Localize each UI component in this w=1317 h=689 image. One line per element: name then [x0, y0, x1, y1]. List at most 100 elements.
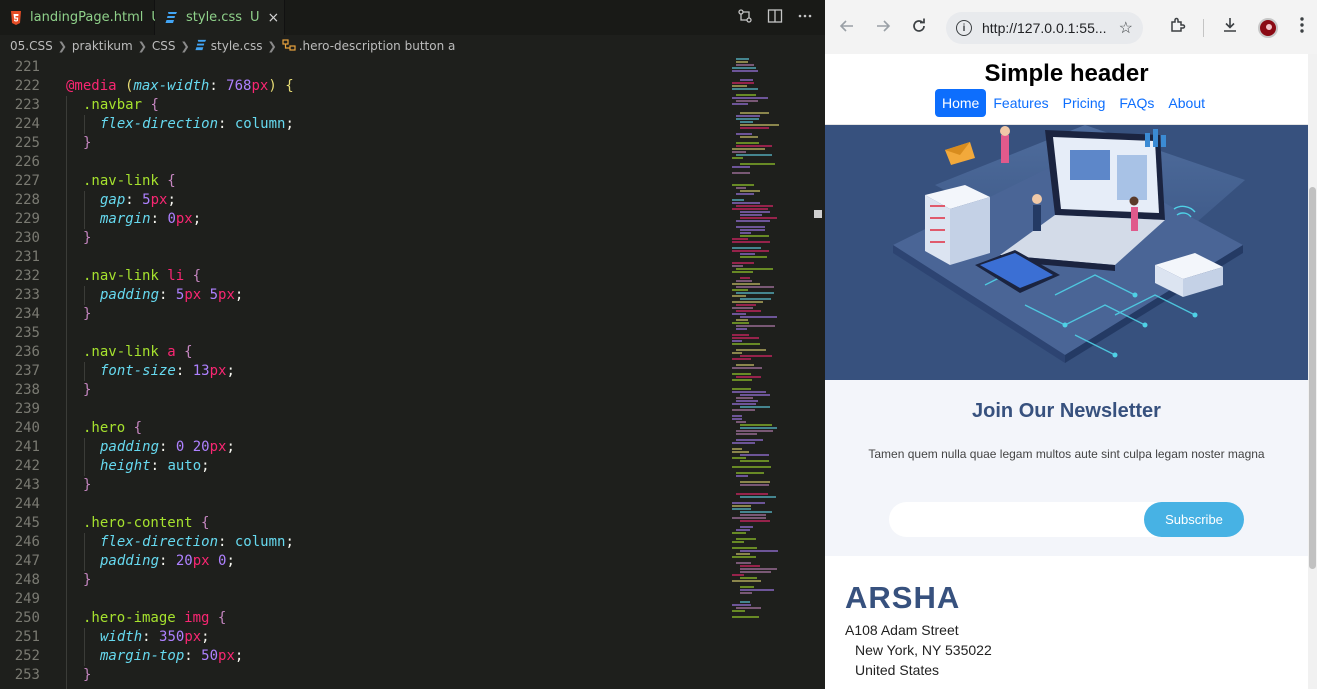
breadcrumb-item[interactable]: .hero-description button a: [299, 39, 456, 53]
minimap-line: [732, 391, 766, 393]
page-viewport[interactable]: Simple header Home Features Pricing FAQs…: [825, 54, 1317, 689]
forward-icon[interactable]: [875, 18, 891, 39]
code-line[interactable]: 243}: [0, 476, 725, 495]
kebab-menu-icon[interactable]: [1299, 16, 1305, 39]
code-line[interactable]: 226: [0, 153, 725, 172]
minimap-line: [736, 538, 756, 540]
close-icon[interactable]: ×: [268, 10, 280, 26]
code-line[interactable]: 244: [0, 495, 725, 514]
code-line[interactable]: 231: [0, 248, 725, 267]
code-editor[interactable]: landingPage.html U style.css U × 05.CSS …: [0, 0, 825, 689]
breadcrumb-item[interactable]: praktikum: [72, 39, 133, 53]
email-field[interactable]: [889, 502, 1149, 537]
extensions-icon[interactable]: [1169, 16, 1187, 39]
minimap-line: [736, 475, 748, 477]
code-line[interactable]: 250 .hero-image img {: [0, 609, 725, 628]
code-token: :: [125, 192, 143, 208]
subscribe-button[interactable]: Subscribe: [1144, 502, 1244, 537]
code-line[interactable]: 253}: [0, 666, 725, 685]
minimap-line: [736, 58, 749, 60]
code-token: :: [150, 458, 168, 474]
breadcrumb-item[interactable]: style.css: [211, 39, 263, 53]
code-line[interactable]: 229 margin: 0px;: [0, 210, 725, 229]
minimap-line: [732, 610, 745, 612]
nav-link-home[interactable]: Home: [935, 89, 987, 117]
code-line[interactable]: 232 .nav-link li {: [0, 267, 725, 286]
code-area[interactable]: 221 222 @media (max-width: 768px) {223 .nav…: [0, 58, 725, 689]
code-text: }: [83, 476, 91, 495]
minimap-line: [736, 607, 761, 609]
code-line[interactable]: 248}: [0, 571, 725, 590]
breadcrumb-item[interactable]: CSS: [152, 39, 176, 53]
minimap-line: [732, 340, 742, 342]
code-text: padding: 0 20px;: [100, 438, 235, 457]
code-line[interactable]: 246 flex-direction: column;: [0, 533, 725, 552]
code-line[interactable]: 228 gap: 5px;: [0, 191, 725, 210]
nav-link-about[interactable]: About: [1161, 89, 1212, 117]
code-line[interactable]: 252 margin-top: 50px;: [0, 647, 725, 666]
code-token: 0: [167, 211, 176, 227]
code-line[interactable]: 247 padding: 20px 0;: [0, 552, 725, 571]
nav-link-faqs[interactable]: FAQs: [1112, 89, 1161, 117]
line-number: 240: [14, 420, 40, 436]
nav-link-features[interactable]: Features: [986, 89, 1055, 117]
minimap-line: [736, 268, 773, 270]
code-token: font-size: [100, 363, 176, 379]
code-line[interactable]: 237 font-size: 13px;: [0, 362, 725, 381]
code-token: px: [192, 553, 219, 569]
browser-window: i http://127.0.0.1:55... ☆ Simple header…: [825, 0, 1317, 689]
code-line[interactable]: 234}: [0, 305, 725, 324]
code-line[interactable]: 224 flex-direction: column;: [0, 115, 725, 134]
breadcrumb-item[interactable]: 05.CSS: [10, 39, 53, 53]
code-token: ;: [167, 192, 176, 208]
tab-landing-page[interactable]: landingPage.html U: [0, 0, 161, 35]
info-icon[interactable]: i: [956, 20, 972, 36]
code-line[interactable]: 245 .hero-content {: [0, 514, 725, 533]
code-token: px: [251, 78, 269, 94]
line-number: 234: [14, 306, 40, 322]
code-line[interactable]: 225}: [0, 134, 725, 153]
minimap-line: [736, 400, 758, 402]
code-line[interactable]: 222 @media (max-width: 768px) {: [0, 77, 725, 96]
split-editor-icon[interactable]: [767, 8, 783, 28]
code-token: {: [285, 78, 294, 94]
tab-style-css[interactable]: style.css U ×: [155, 0, 285, 35]
css-file-icon: [165, 11, 178, 25]
code-token: ;: [234, 648, 244, 664]
code-line[interactable]: 242 height: auto;: [0, 457, 725, 476]
minimap-line: [736, 349, 766, 351]
code-line[interactable]: 235: [0, 324, 725, 343]
compare-icon[interactable]: [737, 8, 753, 28]
profile-avatar[interactable]: [1258, 18, 1278, 38]
code-line[interactable]: 230}: [0, 229, 725, 248]
code-line[interactable]: 239: [0, 400, 725, 419]
minimap-line: [732, 172, 750, 174]
download-icon[interactable]: [1221, 16, 1239, 39]
code-token: 13: [192, 363, 210, 379]
code-line[interactable]: 241 padding: 0 20px;: [0, 438, 725, 457]
nav-link-pricing[interactable]: Pricing: [1056, 89, 1113, 117]
minimap-line: [740, 589, 774, 591]
scrollbar-thumb[interactable]: [1309, 187, 1316, 569]
code-line[interactable]: 240 .hero {: [0, 419, 725, 438]
star-icon[interactable]: ☆: [1119, 18, 1133, 38]
minimap-line: [732, 448, 742, 450]
page-scrollbar[interactable]: [1308, 54, 1317, 689]
code-line[interactable]: 223 .navbar {: [0, 96, 725, 115]
address-bar[interactable]: i http://127.0.0.1:55... ☆: [946, 12, 1143, 44]
code-token: px: [150, 192, 168, 208]
code-line[interactable]: 251 width: 350px;: [0, 628, 725, 647]
code-line[interactable]: 233 padding: 5px 5px;: [0, 286, 725, 305]
back-icon[interactable]: [839, 18, 855, 39]
minimap-line: [736, 430, 773, 432]
reload-icon[interactable]: [911, 18, 927, 39]
minimap[interactable]: [728, 58, 813, 618]
code-line[interactable]: 236 .nav-link a {: [0, 343, 725, 362]
code-line[interactable]: 227 .nav-link {: [0, 172, 725, 191]
brand-logo: ARSHA: [845, 580, 961, 615]
code-token: max-width: [133, 78, 210, 94]
code-line[interactable]: 238}: [0, 381, 725, 400]
code-line[interactable]: 249: [0, 590, 725, 609]
more-icon[interactable]: [797, 8, 813, 28]
code-line[interactable]: 221: [0, 58, 725, 77]
